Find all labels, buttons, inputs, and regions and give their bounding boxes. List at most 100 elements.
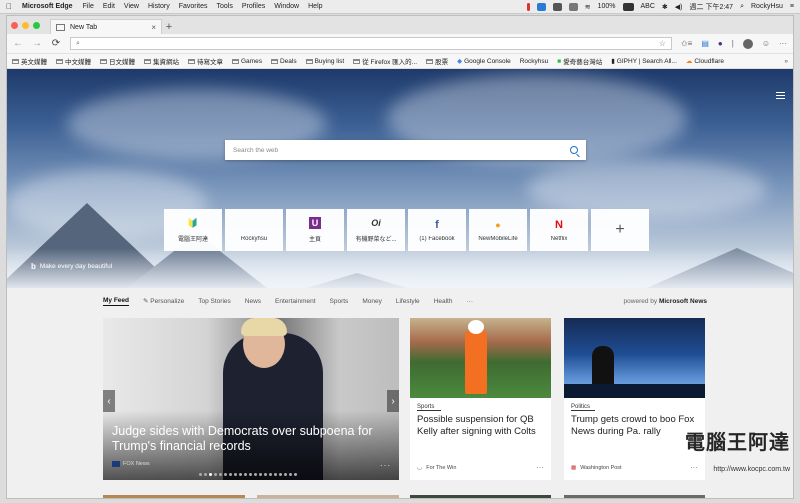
tab-new-tab[interactable]: New Tab × <box>50 19 162 34</box>
minimize-window-button[interactable] <box>22 21 29 29</box>
carousel-dot[interactable] <box>199 473 202 476</box>
favorite-item[interactable]: ☁ Cloudflare <box>686 57 724 66</box>
carousel-dot[interactable] <box>204 473 207 476</box>
clock[interactable]: 週二 下午2:47 <box>690 2 734 12</box>
carousel-dot[interactable] <box>274 473 277 476</box>
card-more-button[interactable]: ··· <box>536 463 544 472</box>
status-red-icon[interactable] <box>526 2 530 11</box>
favorite-item[interactable]: ▮ GIPHY | Search All... <box>611 57 677 66</box>
top-site-tile[interactable]: Oi 有機野菜など... <box>347 209 405 251</box>
menu-history[interactable]: History <box>148 3 170 10</box>
status-cloud-icon[interactable] <box>568 2 578 11</box>
carousel-dot[interactable] <box>214 473 217 476</box>
top-site-tile[interactable]: Rockyhsu <box>225 209 283 251</box>
wifi-icon[interactable]: ≋ <box>585 3 591 11</box>
menu-favorites[interactable]: Favorites <box>179 3 208 10</box>
new-tab-button[interactable]: + <box>162 19 176 34</box>
favorite-item[interactable]: 從 Firefox 匯入的... <box>353 56 417 66</box>
carousel-dot[interactable] <box>284 473 287 476</box>
favorite-item[interactable]: Rockyhsu <box>520 58 549 65</box>
app-menu-name[interactable]: Microsoft Edge <box>22 3 73 10</box>
zoom-window-button[interactable] <box>33 21 40 29</box>
forward-button[interactable]: → <box>32 38 42 49</box>
tab-money[interactable]: Money <box>362 298 382 305</box>
carousel-dot[interactable] <box>239 473 242 476</box>
page-settings-menu-icon[interactable] <box>776 92 785 99</box>
more-tabs-button[interactable]: ··· <box>466 298 473 305</box>
extension-icon[interactable]: ● <box>718 39 723 48</box>
card-title[interactable]: Possible suspension for QB Kelly after s… <box>417 414 544 438</box>
tab-my-feed[interactable]: My Feed <box>103 297 130 306</box>
menu-list-icon[interactable]: ≡ <box>790 3 794 10</box>
tab-personalize[interactable]: ✎ Personalize <box>143 297 184 305</box>
favorite-item[interactable]: Games <box>232 58 262 65</box>
carousel-dot[interactable] <box>244 473 247 476</box>
bluetooth-icon[interactable]: ✱ <box>662 3 668 11</box>
carousel-dot[interactable] <box>234 473 237 476</box>
volume-icon[interactable]: ◀) <box>675 3 683 11</box>
battery-icon[interactable] <box>622 2 634 11</box>
favorite-item[interactable]: 日文媒體 <box>100 56 135 66</box>
search-icon[interactable]: ⌕ <box>740 3 744 11</box>
bing-image-caption[interactable]: b Make every day beautiful <box>31 262 112 271</box>
carousel-dot[interactable] <box>209 473 212 476</box>
news-card[interactable]: Sports Possible suspension for QB Kelly … <box>410 318 551 480</box>
featured-story[interactable]: ‹ › Judge sides with Democrats over subp… <box>103 318 399 480</box>
tab-top-stories[interactable]: Top Stories <box>198 298 231 305</box>
favorites-overflow-icon[interactable]: » <box>784 58 788 65</box>
carousel-dot[interactable] <box>289 473 292 476</box>
carousel-dot[interactable] <box>264 473 267 476</box>
battery-level[interactable]: 100% <box>598 3 616 10</box>
address-bar[interactable]: ⌕ ☆ <box>70 37 672 50</box>
favorite-item[interactable]: ■ 愛奇藝台灣站 <box>557 56 602 67</box>
apple-icon[interactable]:  <box>6 2 12 11</box>
status-app-icon[interactable] <box>552 2 562 11</box>
carousel-dot[interactable] <box>249 473 252 476</box>
tab-news[interactable]: News <box>245 298 261 305</box>
carousel-dot[interactable] <box>279 473 282 476</box>
carousel-dot[interactable] <box>254 473 257 476</box>
menu-tools[interactable]: Tools <box>217 3 233 10</box>
add-site-button[interactable]: + <box>591 209 649 251</box>
menu-file[interactable]: File <box>83 3 94 10</box>
top-site-tile[interactable]: U 主頁 <box>286 209 344 251</box>
card-title[interactable]: Trump gets crowd to boo Fox News during … <box>571 414 698 438</box>
carousel-prev-button[interactable]: ‹ <box>103 390 115 412</box>
carousel-dot[interactable] <box>294 473 297 476</box>
top-site-tile[interactable]: N Netflix <box>530 209 588 251</box>
input-source[interactable]: ABC <box>641 3 655 10</box>
top-site-tile[interactable]: f (1) Facebook <box>408 209 466 251</box>
news-card[interactable]: Politics Trump gets crowd to boo Fox New… <box>564 318 705 480</box>
carousel-next-button[interactable]: › <box>387 390 399 412</box>
favorites-list-icon[interactable]: ✩≡ <box>681 39 692 48</box>
more-options-icon[interactable]: ··· <box>779 39 787 48</box>
reading-list-icon[interactable]: ▤ <box>701 39 709 48</box>
favorite-item[interactable]: 股票 <box>426 56 448 66</box>
tab-sports[interactable]: Sports <box>330 298 349 305</box>
favorite-item[interactable]: Buying list <box>305 58 344 65</box>
carousel-dot[interactable] <box>229 473 232 476</box>
favorite-star-icon[interactable]: ☆ <box>659 39 666 48</box>
refresh-button[interactable]: ⟳ <box>51 38 61 49</box>
carousel-dot[interactable] <box>219 473 222 476</box>
status-blue-icon[interactable] <box>536 2 546 11</box>
favorite-item[interactable]: 英文媒體 <box>12 56 47 66</box>
favorite-item[interactable]: 待寫文章 <box>188 56 223 66</box>
menu-profiles[interactable]: Profiles <box>242 3 265 10</box>
search-input[interactable]: Search the web <box>233 147 278 154</box>
top-site-tile[interactable]: ● NewMobileLife <box>469 209 527 251</box>
user-name[interactable]: RockyHsu <box>751 3 783 10</box>
favorite-item[interactable]: ◆ Google Console <box>457 57 511 66</box>
menu-view[interactable]: View <box>124 3 139 10</box>
card-more-button[interactable]: ··· <box>690 463 698 472</box>
menu-edit[interactable]: Edit <box>103 3 115 10</box>
favorite-item[interactable]: 集資網站 <box>144 56 179 66</box>
menu-window[interactable]: Window <box>274 3 299 10</box>
feedback-icon[interactable]: ☺ <box>762 39 770 48</box>
menu-help[interactable]: Help <box>308 3 322 10</box>
featured-headline[interactable]: Judge sides with Democrats over subpoena… <box>112 424 392 454</box>
carousel-dot[interactable] <box>224 473 227 476</box>
story-more-button[interactable]: ··· <box>380 461 391 470</box>
favorite-item[interactable]: Deals <box>270 58 297 65</box>
carousel-dot[interactable] <box>269 473 272 476</box>
